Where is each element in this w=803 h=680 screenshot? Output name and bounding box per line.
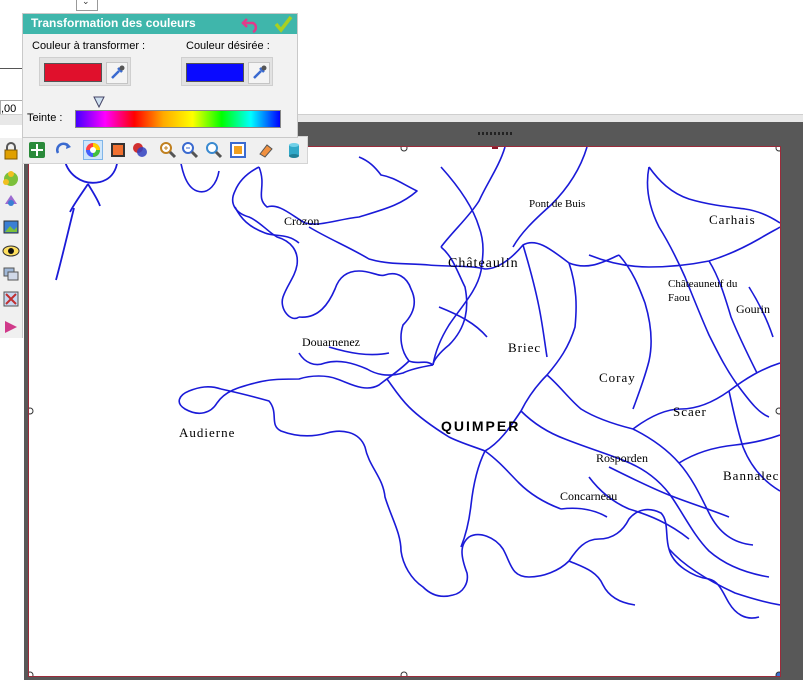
target-color-picker xyxy=(181,57,273,86)
place-quimper: QUIMPER xyxy=(441,418,520,434)
hue-label: Teinte : xyxy=(27,112,63,124)
color-circles-icon[interactable] xyxy=(131,141,149,159)
eraser-icon[interactable] xyxy=(257,141,275,159)
eyedropper-icon xyxy=(111,65,125,79)
left-toolbar xyxy=(0,138,23,338)
hue-slider[interactable] xyxy=(75,110,281,128)
puzzle-icon[interactable] xyxy=(2,170,20,188)
panel-title: Transformation des couleurs xyxy=(31,16,196,30)
main-toolbar xyxy=(22,136,308,164)
zoom-fit-icon[interactable] xyxy=(205,141,223,159)
target-color-swatch[interactable] xyxy=(186,63,244,82)
color-wheel-icon[interactable] xyxy=(83,140,103,160)
cylinder-icon[interactable] xyxy=(285,141,303,159)
eye-icon[interactable] xyxy=(2,242,20,260)
panel-header: Transformation des couleurs xyxy=(23,14,297,34)
flag-icon[interactable] xyxy=(2,318,20,336)
place-chateauneuf: Châteauneuf du xyxy=(668,278,738,290)
dropdown-arrow[interactable]: ⌄ xyxy=(76,0,98,11)
undo-arrow-icon[interactable] xyxy=(241,15,261,33)
place-rosporden: Rosporden xyxy=(596,451,648,465)
divider xyxy=(0,68,22,69)
color-transform-panel: Transformation des couleurs Couleur à tr… xyxy=(22,13,298,138)
zoom-out-icon[interactable] xyxy=(181,141,199,159)
drag-grip-icon[interactable] xyxy=(476,131,516,137)
place-concarneau: Concarneau xyxy=(560,489,617,503)
fullscreen-icon[interactable] xyxy=(229,141,247,159)
source-color-swatch[interactable] xyxy=(44,63,102,82)
image-icon[interactable] xyxy=(109,141,127,159)
hue-slider-thumb[interactable] xyxy=(93,96,105,108)
check-icon[interactable] xyxy=(273,15,293,33)
place-coray: Coray xyxy=(599,370,636,385)
resize-handle[interactable] xyxy=(775,671,780,676)
source-color-picker xyxy=(39,57,131,86)
target-eyedropper-button[interactable] xyxy=(248,62,270,84)
place-chateaulin: Châteaulin xyxy=(448,256,519,271)
map-drawing: Crozon Pont de Buis Carhais Châteaulin C… xyxy=(29,147,780,676)
recycle-icon[interactable] xyxy=(2,192,20,210)
source-eyedropper-button[interactable] xyxy=(106,62,128,84)
place-bannalec: Bannalec xyxy=(723,468,779,483)
place-briec: Briec xyxy=(508,340,541,355)
chevron-down-icon: ⌄ xyxy=(82,0,90,6)
tools-icon[interactable] xyxy=(2,290,20,308)
anchor-marker xyxy=(492,147,498,149)
map-canvas[interactable]: Crozon Pont de Buis Carhais Châteaulin C… xyxy=(28,146,781,677)
refresh-icon[interactable] xyxy=(55,141,73,159)
lock-icon[interactable] xyxy=(2,142,20,160)
place-pont-de-buis: Pont de Buis xyxy=(529,198,585,210)
move-icon[interactable] xyxy=(28,141,46,159)
place-crozon: Crozon xyxy=(284,214,319,228)
target-color-label: Couleur désirée : xyxy=(186,40,270,52)
place-carhais: Carhais xyxy=(709,212,756,227)
place-gourin: Gourin xyxy=(736,302,770,316)
place-faou: Faou xyxy=(668,292,691,304)
picture-icon[interactable] xyxy=(2,218,20,236)
eyedropper-icon xyxy=(253,65,267,79)
place-scaer: Scaer xyxy=(673,404,707,419)
place-douarnenez: Douarnenez xyxy=(302,335,360,349)
layers-icon[interactable] xyxy=(2,264,20,282)
zoom-in-icon[interactable] xyxy=(159,141,177,159)
source-color-label: Couleur à transformer : xyxy=(32,40,146,52)
map-lines xyxy=(178,147,780,619)
place-audierne: Audierne xyxy=(179,425,235,440)
